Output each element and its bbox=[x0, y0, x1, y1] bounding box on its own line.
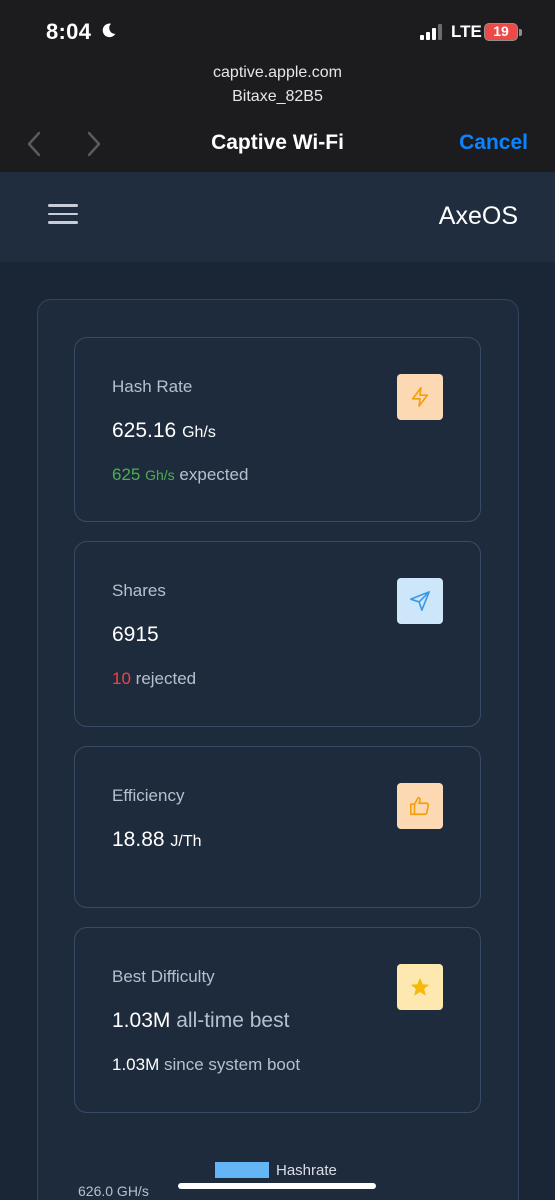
hash-rate-value: 625.16 Gh/s bbox=[112, 419, 216, 442]
portal-url: captive.apple.com bbox=[213, 64, 342, 81]
shares-card: Shares 6915 10 rejected bbox=[74, 541, 481, 727]
app-brand: AxeOS bbox=[438, 202, 518, 230]
shares-icon-box bbox=[397, 578, 443, 624]
status-time: 8:04 bbox=[46, 19, 92, 44]
best-difficulty-label: Best Difficulty bbox=[112, 967, 215, 986]
home-indicator[interactable] bbox=[178, 1183, 376, 1189]
best-difficulty-icon-box bbox=[397, 964, 443, 1010]
hash-rate-icon-box bbox=[397, 374, 443, 420]
shares-value: 6915 bbox=[112, 623, 159, 646]
star-icon bbox=[410, 977, 430, 996]
shares-rejected: 10 rejected bbox=[112, 669, 197, 688]
efficiency-icon-box bbox=[397, 783, 443, 829]
shares-label: Shares bbox=[112, 581, 166, 600]
legend-swatch-hashrate[interactable] bbox=[215, 1162, 269, 1178]
efficiency-value: 18.88 J/Th bbox=[112, 828, 202, 851]
cancel-button[interactable]: Cancel bbox=[459, 131, 528, 155]
best-difficulty-value: 1.03M all-time best bbox=[112, 1009, 290, 1032]
battery-tip bbox=[519, 29, 522, 36]
hash-rate-expected: 625 Gh/s expected bbox=[112, 465, 249, 484]
lightning-icon bbox=[411, 387, 429, 407]
efficiency-card: Efficiency 18.88 J/Th bbox=[74, 746, 481, 908]
moon-icon bbox=[102, 23, 116, 38]
best-difficulty-card: Best Difficulty 1.03M all-time best 1.03… bbox=[74, 927, 481, 1113]
network-ssid: Bitaxe_82B5 bbox=[232, 88, 323, 105]
signal-icon bbox=[420, 24, 442, 40]
network-label: LTE bbox=[451, 22, 482, 41]
send-icon bbox=[410, 591, 430, 611]
legend-label-hashrate[interactable]: Hashrate bbox=[276, 1162, 337, 1179]
y-axis-tick: 626.0 GH/s bbox=[78, 1183, 149, 1199]
hash-rate-card: Hash Rate 625.16 Gh/s 625 Gh/s expected bbox=[74, 337, 481, 522]
hash-rate-label: Hash Rate bbox=[112, 377, 193, 396]
best-difficulty-boot: 1.03M since system boot bbox=[112, 1055, 301, 1074]
thumbs-up-icon bbox=[410, 796, 430, 816]
hamburger-menu-icon[interactable] bbox=[48, 204, 78, 228]
battery-icon: 19 bbox=[484, 23, 518, 41]
battery-level: 19 bbox=[493, 23, 509, 39]
efficiency-label: Efficiency bbox=[112, 786, 185, 805]
